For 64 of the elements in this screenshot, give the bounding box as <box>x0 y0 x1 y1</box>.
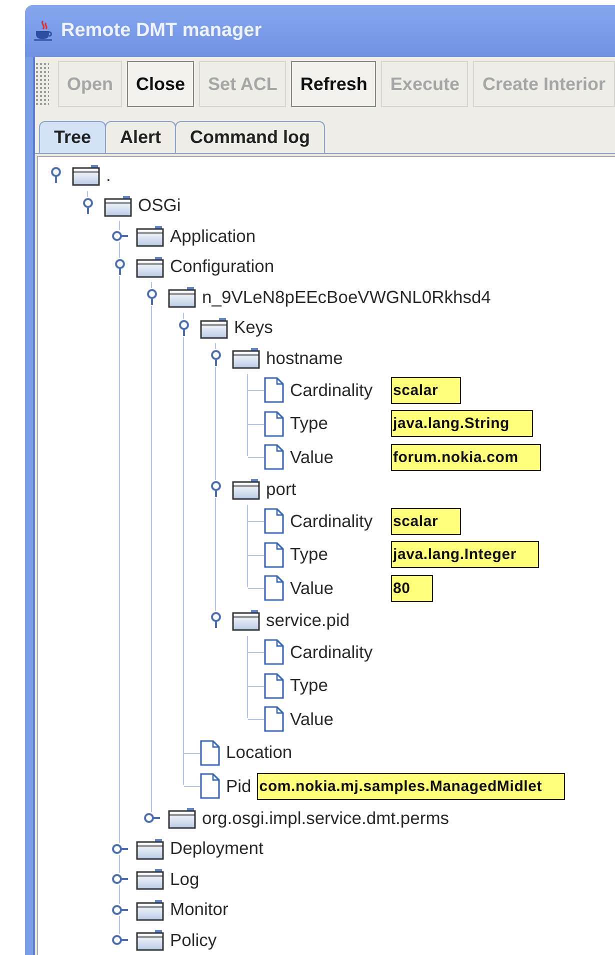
value-tooltip: scalar <box>391 376 462 404</box>
value-tooltip: 80 <box>391 574 434 602</box>
document-icon <box>264 377 284 404</box>
tab[interactable]: Command log <box>175 121 326 153</box>
tree-node-label[interactable]: n_9VLeN8pEEcBoeVWGNL0Rkhsd4 <box>202 286 491 308</box>
folder-icon <box>136 256 164 278</box>
value-tooltip: java.lang.String <box>391 410 532 438</box>
folder-icon <box>232 609 260 632</box>
tree-node-label[interactable]: Log <box>170 868 200 890</box>
folder-icon <box>136 225 164 248</box>
document-icon <box>264 508 284 534</box>
folder-icon <box>168 807 196 830</box>
tree-node-label[interactable]: hostname <box>266 348 343 369</box>
window-title: Remote DMT manager <box>61 20 262 42</box>
coffee-cup-icon <box>33 20 55 42</box>
tree-node-label[interactable]: Value <box>290 578 385 599</box>
tree-node-label[interactable]: Type <box>290 675 328 696</box>
tree-node-label[interactable]: service.pid <box>266 610 350 631</box>
document-icon <box>200 740 220 766</box>
tree-node-label[interactable]: Application <box>170 226 256 247</box>
tree-node-label[interactable]: Deployment <box>170 838 264 860</box>
tree-node-label[interactable]: Configuration <box>170 256 274 278</box>
tree-node-label[interactable]: Keys <box>234 317 273 338</box>
folder-icon <box>232 478 260 500</box>
toolbar-button[interactable]: Refresh <box>291 61 376 107</box>
folder-icon <box>168 286 196 308</box>
document-icon <box>264 542 284 568</box>
tree-node-label[interactable]: Type <box>290 413 385 434</box>
tree-node-label[interactable]: Value <box>290 446 385 468</box>
tree-node-label[interactable]: Cardinality <box>290 510 385 532</box>
tree-node-label[interactable]: Cardinality <box>290 380 385 401</box>
folder-icon <box>200 316 228 339</box>
value-tooltip: scalar <box>391 508 462 535</box>
tree-node-label[interactable]: . <box>106 164 111 186</box>
tree-node-label[interactable]: OSGi <box>138 195 181 216</box>
document-icon <box>264 639 284 666</box>
tree-node-label[interactable]: Policy <box>170 930 217 951</box>
document-icon <box>264 410 284 437</box>
tree-node-label[interactable]: Location <box>226 742 292 764</box>
document-icon <box>200 773 220 800</box>
tree-node-label[interactable]: port <box>266 478 296 500</box>
value-tooltip: java.lang.Integer <box>391 541 540 568</box>
tree-node-label[interactable]: Cardinality <box>290 642 373 663</box>
tree-node-label[interactable]: Monitor <box>170 899 228 920</box>
tree-node-label[interactable]: Pid <box>226 776 252 797</box>
tree-node-label[interactable]: Type <box>290 544 385 566</box>
document-icon <box>264 575 284 602</box>
folder-icon <box>136 898 164 921</box>
value-tooltip: forum.nokia.com <box>391 444 542 471</box>
folder-icon <box>136 868 164 890</box>
folder-icon <box>136 929 164 952</box>
folder-icon <box>104 194 132 217</box>
folder-icon <box>72 164 100 186</box>
tree-node-label[interactable]: org.osgi.impl.service.dmt.perms <box>202 808 450 829</box>
document-icon <box>264 706 284 732</box>
tree-node-label[interactable]: Value <box>290 708 334 730</box>
tab[interactable]: Tree <box>39 121 106 153</box>
value-tooltip: com.nokia.mj.samples.ManagedMidlet <box>257 772 566 800</box>
toolbar-grip[interactable] <box>35 62 49 106</box>
toolbar-button[interactable]: Close <box>127 61 194 107</box>
folder-icon <box>136 838 164 860</box>
document-icon <box>264 672 284 699</box>
folder-icon <box>232 347 260 370</box>
document-icon <box>264 444 284 470</box>
